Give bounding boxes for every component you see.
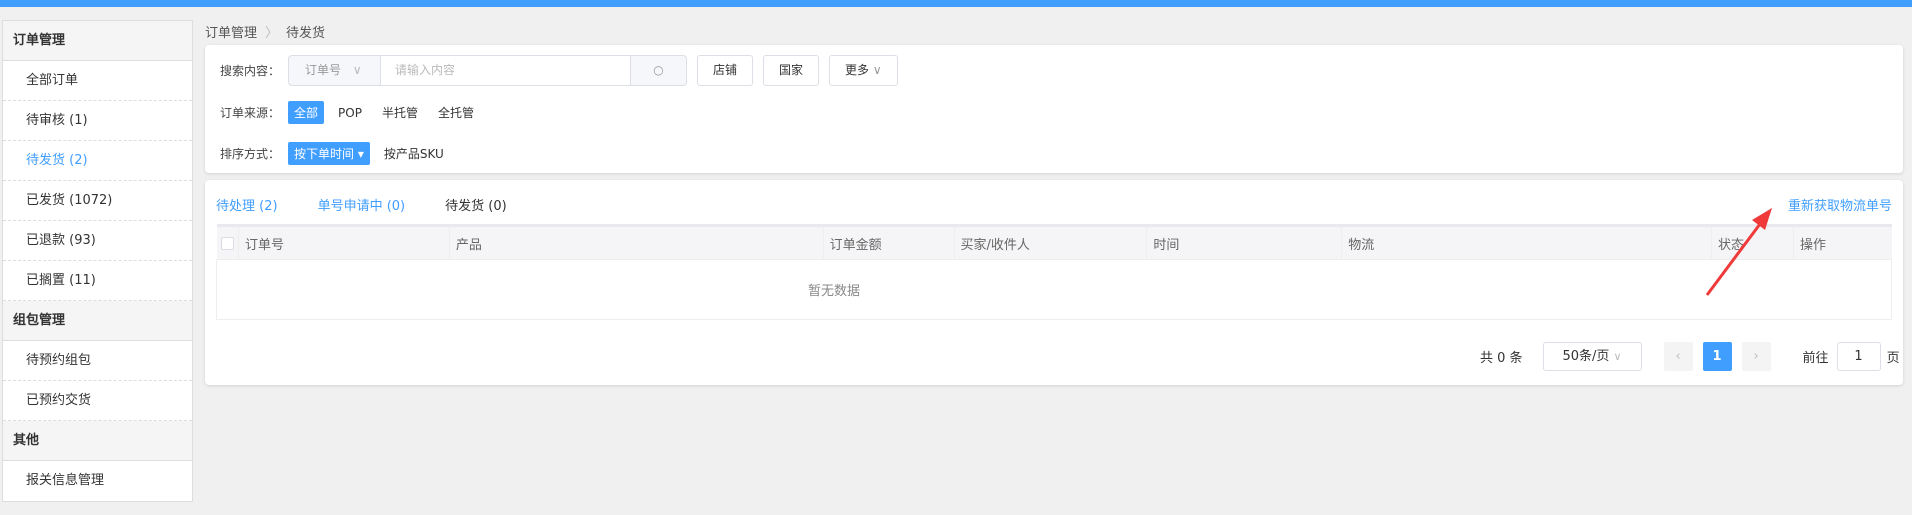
- annotation-arrow-icon: [1705, 208, 1772, 296]
